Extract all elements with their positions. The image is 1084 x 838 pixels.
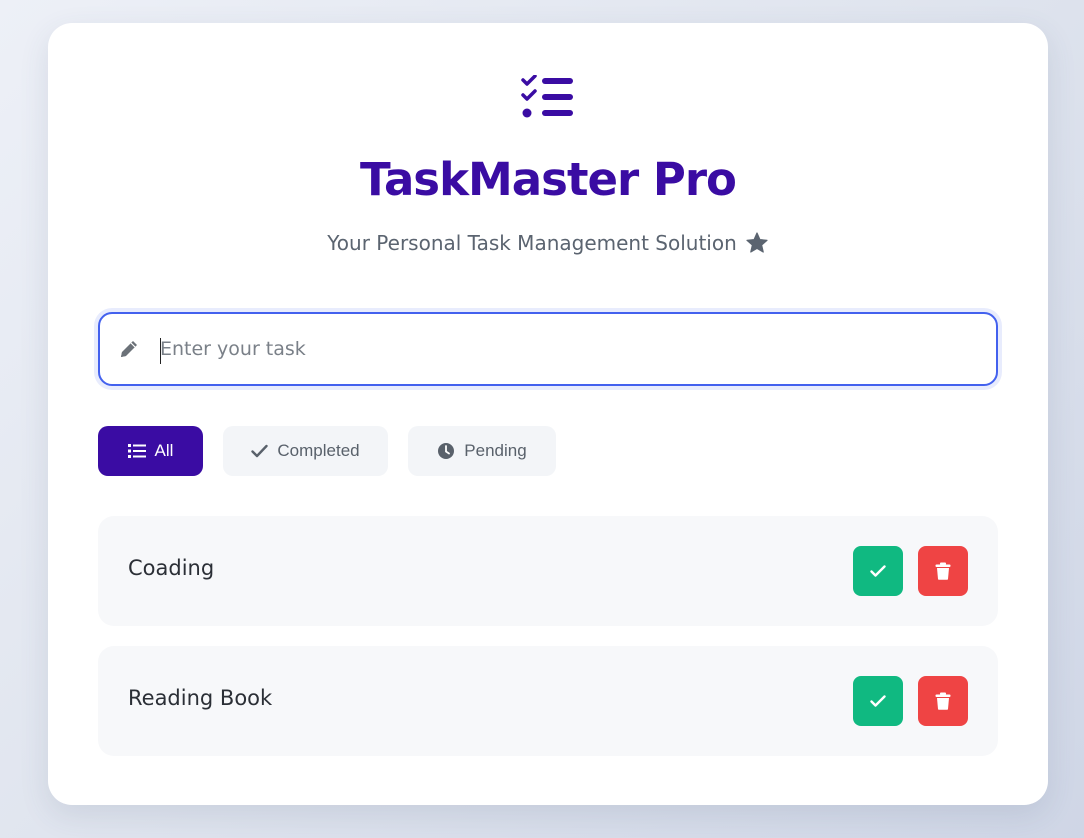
- star-icon: [746, 232, 768, 253]
- filter-all-button[interactable]: All: [98, 426, 203, 476]
- task-text: Coading: [128, 556, 215, 580]
- task-input-container: [98, 312, 998, 386]
- check-icon: [870, 565, 886, 577]
- filter-completed-button[interactable]: Completed: [223, 426, 388, 476]
- clock-icon: [438, 443, 455, 459]
- list-icon: [127, 444, 146, 458]
- text-caret: [160, 338, 161, 364]
- filter-pending-label: Pending: [464, 441, 527, 460]
- filter-bar: All Completed Pending: [98, 426, 556, 476]
- subtitle-text: Your Personal Task Management Solution: [327, 231, 737, 255]
- delete-task-button[interactable]: [918, 676, 968, 726]
- task-actions: [853, 546, 968, 596]
- main-card: TaskMaster Pro Your Personal Task Manage…: [48, 23, 1048, 805]
- task-item: Reading Book: [98, 646, 998, 756]
- task-item: Coading: [98, 516, 998, 626]
- filter-completed-label: Completed: [277, 441, 360, 460]
- task-input[interactable]: [160, 326, 980, 372]
- app-title: TaskMaster Pro: [360, 153, 737, 206]
- filter-pending-button[interactable]: Pending: [408, 426, 556, 476]
- trash-icon: [935, 692, 951, 710]
- pencil-icon: [121, 341, 137, 357]
- task-text: Reading Book: [128, 686, 273, 710]
- task-list: Coading Reading Book: [98, 516, 998, 776]
- app-subtitle: Your Personal Task Management Solution: [48, 231, 1048, 255]
- trash-icon: [935, 562, 951, 580]
- check-icon: [251, 444, 269, 458]
- task-list-logo-icon: [521, 75, 573, 118]
- check-icon: [870, 695, 886, 707]
- complete-task-button[interactable]: [853, 546, 903, 596]
- complete-task-button[interactable]: [853, 676, 903, 726]
- delete-task-button[interactable]: [918, 546, 968, 596]
- task-actions: [853, 676, 968, 726]
- filter-all-label: All: [154, 441, 174, 460]
